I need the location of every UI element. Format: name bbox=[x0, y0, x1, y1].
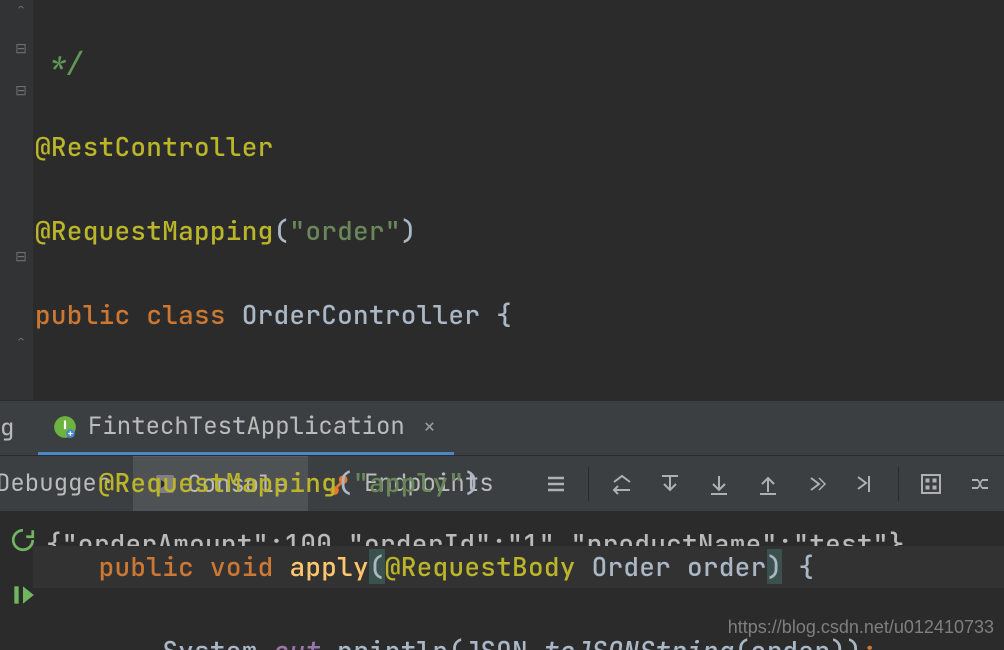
watermark: https://blog.csdn.net/u012410733 bbox=[728, 617, 994, 638]
code-token-keyword: public bbox=[35, 297, 130, 332]
fold-toggle-icon[interactable] bbox=[14, 250, 28, 264]
code-token-string: "apply" bbox=[353, 465, 464, 500]
code-token-keyword: public bbox=[99, 549, 194, 584]
code-token-annotation: @RequestMapping bbox=[99, 465, 338, 500]
fold-toggle-icon[interactable] bbox=[14, 42, 28, 56]
code-token-annotation: @RequestBody bbox=[385, 549, 576, 584]
code-token-annotation: @RequestMapping bbox=[35, 213, 274, 248]
panel-label: g: bbox=[0, 413, 18, 444]
fold-close-icon[interactable] bbox=[14, 2, 28, 16]
code-token-string: "order" bbox=[289, 213, 400, 248]
code-content[interactable]: */ @RestController @RequestMapping("orde… bbox=[33, 0, 1004, 400]
code-token-annotation: @RestController bbox=[35, 129, 274, 164]
code-editor[interactable]: */ @RestController @RequestMapping("orde… bbox=[0, 0, 1004, 400]
spring-boot-icon bbox=[52, 414, 78, 440]
code-token-keyword: class bbox=[146, 297, 226, 332]
code-token-class: OrderController bbox=[226, 297, 496, 332]
code-token-static: out bbox=[274, 633, 322, 650]
code-token-static-method: toJSONString bbox=[544, 633, 735, 650]
code-token-method: apply bbox=[289, 549, 369, 584]
editor-gutter bbox=[0, 0, 33, 400]
fold-close-icon[interactable] bbox=[14, 334, 28, 348]
code-token-comment: */ bbox=[35, 45, 83, 80]
code-token-keyword: void bbox=[210, 549, 274, 584]
fold-toggle-icon[interactable] bbox=[14, 84, 28, 98]
